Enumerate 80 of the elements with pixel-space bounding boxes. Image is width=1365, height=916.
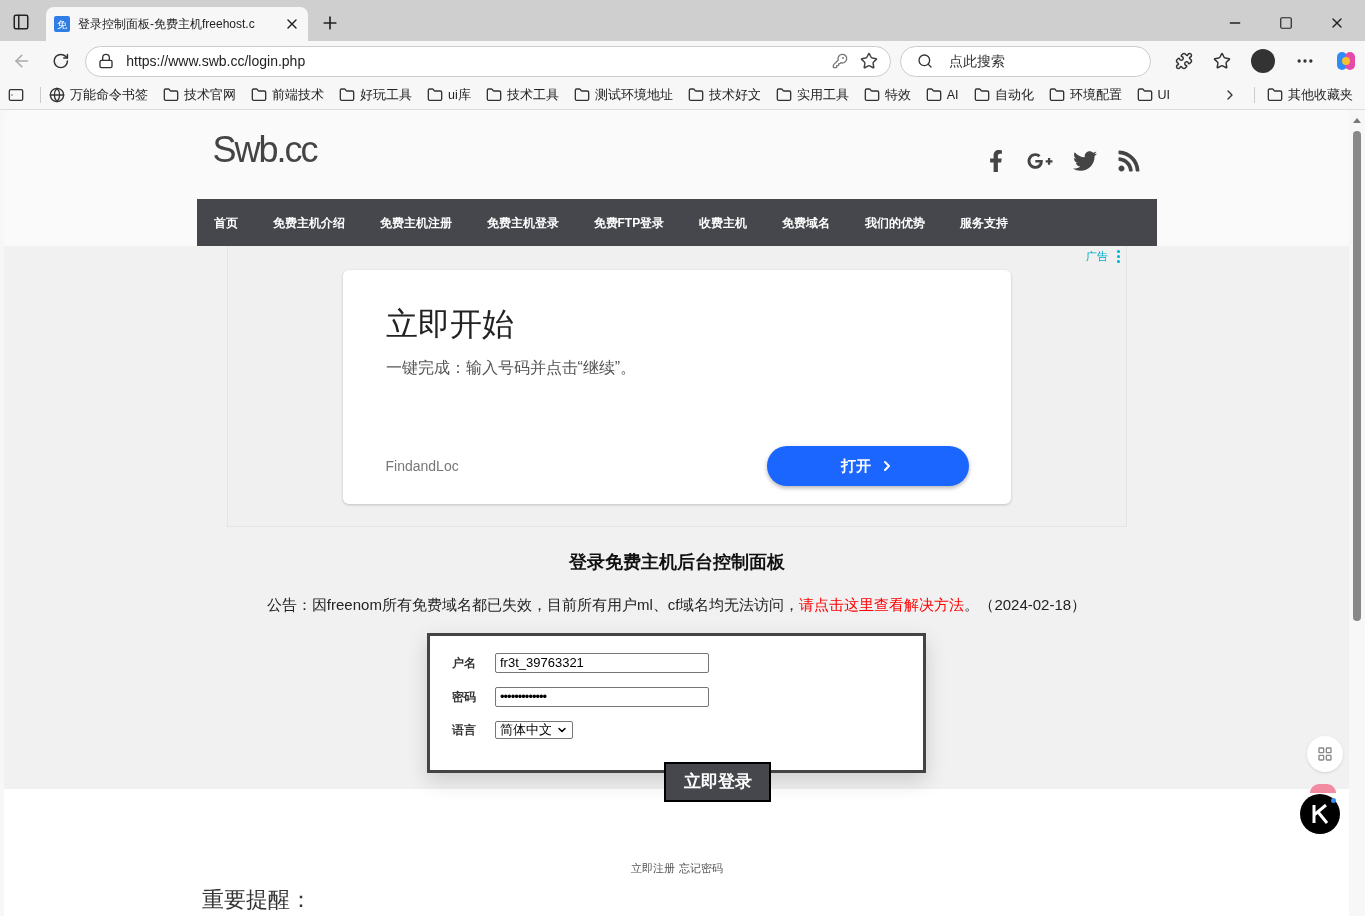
address-bar[interactable]: https://www.swb.cc/login.php: [85, 45, 891, 77]
nav-link[interactable]: 免费FTP登录: [593, 213, 665, 232]
globe-icon: [49, 87, 65, 103]
page-title: 登录免费主机后台控制面板: [568, 551, 785, 574]
folder-icon: [163, 87, 179, 103]
folder-icon: [339, 87, 355, 103]
tab-title: 登录控制面板-免费主机freehost.c: [78, 16, 256, 33]
field-label: 语言: [452, 721, 477, 739]
folder-icon: [1136, 87, 1153, 103]
bookmark-item[interactable]: 测试环境地址: [573, 85, 673, 105]
nav-link[interactable]: 免费主机注册: [379, 213, 452, 232]
nav-link[interactable]: 服务支持: [960, 213, 1009, 232]
bookmark-item[interactable]: 技术工具: [485, 85, 559, 105]
bookmark-item[interactable]: 其他收藏夹: [1267, 85, 1353, 105]
folder-icon: [1267, 87, 1283, 103]
login-button[interactable]: 立即登录: [664, 761, 771, 802]
reminder-heading: 重要提醒：: [202, 885, 313, 914]
language-select[interactable]: 简体中文: [495, 720, 573, 739]
folder-icon: [687, 87, 704, 103]
folder-icon: [973, 87, 990, 103]
favorites-icon[interactable]: [1213, 52, 1231, 70]
folder-icon: [863, 87, 880, 103]
search-icon: [916, 53, 933, 69]
footer-link[interactable]: 忘记密码: [678, 860, 723, 877]
folder-icon: [775, 87, 792, 103]
extensions-icon[interactable]: [1175, 52, 1193, 70]
ad-subtitle: 一键完成：输入号码并点击“继续”。: [385, 358, 638, 378]
search-input[interactable]: 点此搜索: [948, 50, 1134, 72]
nav-link[interactable]: 我们的优势: [865, 213, 926, 232]
bookmark-item[interactable]: 环境配置: [1048, 85, 1122, 105]
tab-actions-icon[interactable]: [8, 87, 24, 103]
nav-link[interactable]: 免费主机登录: [486, 213, 559, 232]
site-logo[interactable]: Swb.cc: [212, 122, 317, 177]
bookmark-item[interactable]: 实用工具: [775, 85, 849, 105]
folder-icon: [251, 87, 267, 103]
ad-advertiser: FindandLoc: [385, 456, 459, 476]
star-icon[interactable]: [859, 52, 878, 70]
notice-link[interactable]: 请点击这里查看解决方法: [799, 596, 965, 613]
ad-open-button[interactable]: 打开: [766, 446, 969, 486]
grid-icon: [1317, 746, 1333, 762]
profile-avatar[interactable]: [1251, 49, 1275, 73]
bookmark-item[interactable]: 好玩工具: [339, 85, 412, 105]
nav-link[interactable]: 免费主机介绍: [272, 213, 345, 232]
notice-text: 公告：因freenom所有免费域名都已失效，目前所有用户ml、cf域名均无法访问，请点击这里查看解决方法。（2024-02-18）: [266, 595, 1087, 615]
folder-icon: [925, 87, 942, 103]
key-icon[interactable]: [831, 53, 848, 69]
sidebar-icon[interactable]: [12, 13, 30, 31]
bookmark-item[interactable]: 前端技术: [251, 85, 324, 105]
bookmark-item[interactable]: 技术好文: [687, 85, 761, 105]
lock-icon: [98, 53, 115, 69]
bookmark-item[interactable]: 万能命令书签: [49, 85, 148, 105]
password-field[interactable]: •••••••••••••: [495, 686, 709, 707]
bookmark-item[interactable]: UI: [1136, 85, 1171, 105]
username-field[interactable]: fr3t_39763321: [495, 652, 709, 673]
rss-icon[interactable]: [1116, 148, 1141, 173]
search-field[interactable]: 点此搜索: [899, 45, 1151, 77]
maximize-icon[interactable]: [1279, 16, 1293, 30]
field-label: 户名: [452, 654, 477, 672]
bookmark-item[interactable]: 技术官网: [163, 85, 236, 105]
reload-icon[interactable]: [51, 52, 70, 70]
bookmark-item[interactable]: 特效: [863, 85, 911, 105]
folder-icon: [427, 87, 443, 103]
k-logo-icon: [1311, 804, 1329, 824]
twitter-icon[interactable]: [1072, 148, 1097, 173]
browser-tab[interactable]: 免 登录控制面板-免费主机freehost.c: [46, 7, 308, 41]
folder-icon: [485, 87, 502, 103]
ad-headline: 立即开始: [385, 305, 515, 344]
bookmark-item[interactable]: 自动化: [973, 85, 1034, 105]
folder-icon: [1048, 87, 1065, 103]
nav-link[interactable]: 免费域名: [782, 213, 831, 232]
folder-icon: [573, 87, 590, 103]
nav-link[interactable]: 收费主机: [699, 213, 748, 232]
nav-link[interactable]: 首页: [213, 213, 238, 232]
copilot-icon[interactable]: [1335, 50, 1357, 72]
field-label: 密码: [452, 688, 477, 706]
url-text: https://www.swb.cc/login.php: [126, 51, 307, 71]
bookmark-item[interactable]: AI: [925, 85, 959, 105]
footer-link[interactable]: 立即注册: [630, 860, 675, 877]
bookmark-item[interactable]: ui库: [427, 85, 471, 105]
tab-favicon: 免: [54, 16, 70, 32]
